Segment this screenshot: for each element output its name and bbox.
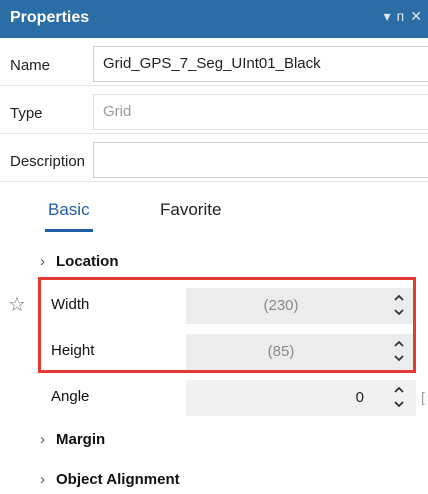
type-row: Type Grid [0,93,428,134]
pin-icon[interactable]: ᴨ [397,8,405,25]
width-field[interactable]: (230) [186,288,416,324]
close-icon[interactable]: ✕ [410,8,422,25]
tab-favorite[interactable]: Favorite [160,200,221,220]
type-label: Type [10,105,43,122]
section-location-label: Location [56,253,119,270]
width-spinner[interactable] [390,288,410,324]
name-value: Grid_GPS_7_Seg_UInt01_Black [103,55,321,72]
spin-up-icon[interactable] [393,338,405,350]
cutoff-bracket: [ [421,389,425,405]
angle-label: Angle [51,388,90,405]
section-object-alignment[interactable]: › Object Alignment [40,471,180,488]
angle-field[interactable]: 0 [186,380,416,416]
height-field[interactable]: (85) [186,334,416,370]
height-label: Height [51,342,95,359]
width-row: Width (230) [40,286,428,326]
type-value: Grid [103,103,132,120]
spin-up-icon[interactable] [393,292,405,304]
height-spinner[interactable] [390,334,410,370]
tab-basic[interactable]: Basic [48,200,90,220]
star-outline-icon[interactable]: ☆ [8,292,26,317]
dropdown-icon[interactable]: ▾ [384,8,391,25]
spin-down-icon[interactable] [393,306,405,318]
chevron-right-icon: › [40,431,45,448]
section-margin[interactable]: › Margin [40,431,105,448]
spin-down-icon[interactable] [393,352,405,364]
description-label: Description [10,153,86,170]
name-label: Name [10,57,51,74]
property-tabs: Basic Favorite [0,192,428,242]
panel-controls: ▾ ᴨ ✕ [384,8,422,25]
active-tab-indicator [45,229,93,232]
section-object-alignment-label: Object Alignment [56,471,180,488]
panel-title: Properties [10,9,90,26]
description-row: Description [0,141,428,182]
type-field: Grid [93,94,428,130]
width-label: Width [51,296,90,313]
spin-up-icon[interactable] [393,384,405,396]
section-location[interactable]: › Location [40,253,119,270]
angle-spinner[interactable] [390,380,410,416]
name-field[interactable]: Grid_GPS_7_Seg_UInt01_Black [93,46,428,82]
width-value: (230) [263,297,299,314]
chevron-right-icon: › [40,253,45,270]
description-field[interactable] [93,142,428,178]
height-row: Height (85) [40,332,428,372]
spin-down-icon[interactable] [393,398,405,410]
angle-row: Angle 0 [40,378,428,418]
chevron-right-icon: › [40,471,45,488]
name-row: Name Grid_GPS_7_Seg_UInt01_Black [0,45,428,86]
properties-titlebar: Properties ▾ ᴨ ✕ [0,0,428,38]
section-margin-label: Margin [56,431,106,448]
angle-value: 0 [355,389,364,406]
height-value: (85) [267,343,295,360]
